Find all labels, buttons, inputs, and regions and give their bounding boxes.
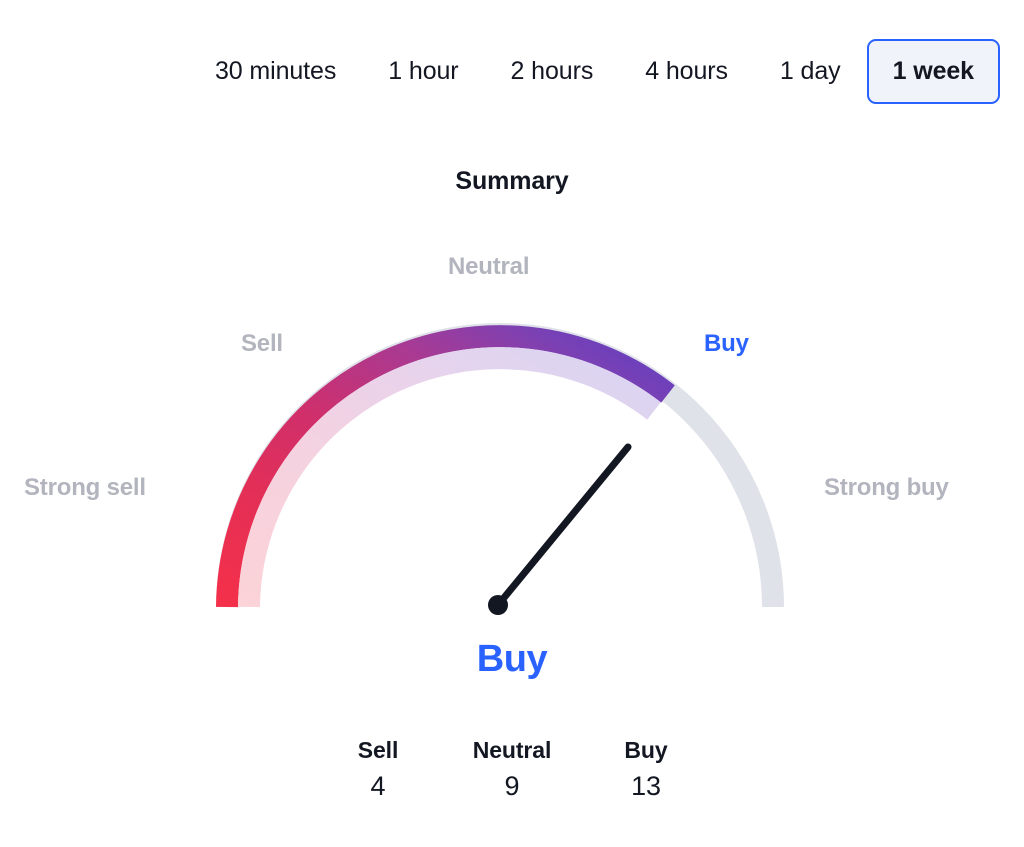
gauge-label-neutral: Neutral [448, 253, 530, 280]
gauge-label-sell: Sell [241, 330, 283, 357]
gauge-verdict: Buy [476, 638, 548, 680]
tab-1-week[interactable]: 1 week [866, 38, 1000, 104]
gauge-value-arc-outer [216, 325, 675, 608]
tab-4-hours[interactable]: 4 hours [619, 39, 754, 104]
timeframe-tabbar: 30 minutes 1 hour 2 hours 4 hours 1 day … [0, 36, 1024, 106]
gauge-label-strong-sell: Strong sell [24, 474, 146, 501]
count-column-neutral: Neutral 9 [445, 735, 579, 807]
gauge-chart: Strong sell Sell Neutral Buy Strong buy [0, 0, 1024, 847]
tab-30-minutes[interactable]: 30 minutes [189, 39, 362, 104]
indicator-counts: Sell 4 Neutral 9 Buy 13 [0, 735, 1024, 807]
count-value-sell: 4 [370, 771, 386, 802]
gauge-value-arc-inner [238, 347, 661, 608]
tab-2-hours[interactable]: 2 hours [485, 39, 620, 104]
gauge-track-outer [216, 323, 784, 608]
gauge-svg [216, 323, 784, 615]
count-column-sell: Sell 4 [311, 735, 445, 807]
count-label-neutral: Neutral [472, 737, 552, 763]
gauge-needle-pivot [488, 595, 508, 615]
count-column-buy: Buy 13 [579, 735, 713, 807]
count-label-buy: Buy [624, 737, 668, 763]
tab-1-hour[interactable]: 1 hour [362, 39, 484, 104]
count-value-buy: 13 [631, 771, 661, 802]
gauge-needle [494, 443, 632, 609]
page-title: Summary [455, 167, 569, 195]
count-label-sell: Sell [357, 737, 399, 763]
tab-1-day[interactable]: 1 day [754, 39, 867, 104]
count-value-neutral: 9 [504, 771, 520, 802]
summary-gauge-panel: 30 minutes 1 hour 2 hours 4 hours 1 day … [0, 0, 1024, 847]
gauge-label-strong-buy: Strong buy [824, 474, 949, 501]
gauge-label-buy: Buy [704, 330, 749, 357]
